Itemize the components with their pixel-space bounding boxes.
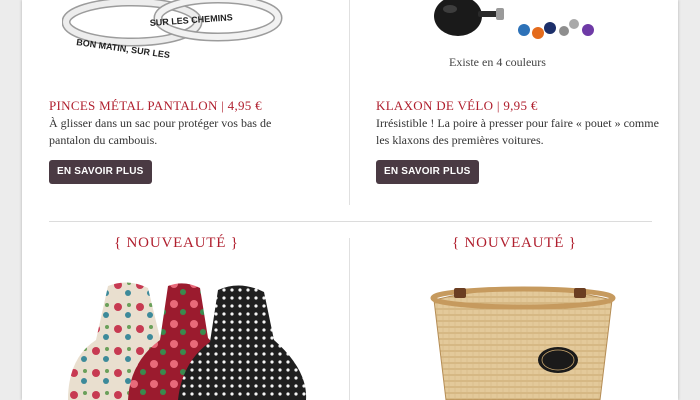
product-desc-klaxon: Irrésistible ! La poire à presser pour f… [376, 116, 659, 147]
en-savoir-plus-button-klaxon[interactable]: EN SAVOIR PLUS [376, 160, 479, 184]
product-title-klaxon: KLAXON DE VÉLO | 9,95 € [376, 98, 538, 113]
section-divider [49, 221, 652, 222]
wicker-basket-image [430, 286, 616, 400]
bike-horn-image [434, 0, 594, 39]
en-savoir-plus-button-pinces[interactable]: EN SAVOIR PLUS [49, 160, 152, 184]
product-title-pinces: PINCES MÉTAL PANTALON | 4,95 € [49, 98, 262, 113]
trouser-clips-image: BON MATIN, SUR LES SUR LES CHEMINS [62, 0, 283, 60]
nouveaute-label-right: { NOUVEAUTÉ } [452, 235, 577, 251]
color-variants-note: Existe en 4 couleurs [449, 55, 546, 69]
column-divider-top [349, 0, 350, 205]
column-divider-bottom [349, 238, 350, 400]
saddle-covers-image [68, 282, 307, 400]
nouveaute-label-left: { NOUVEAUTÉ } [114, 235, 239, 251]
product-desc-pinces: À glisser dans un sac pour protéger vos … [49, 116, 272, 147]
